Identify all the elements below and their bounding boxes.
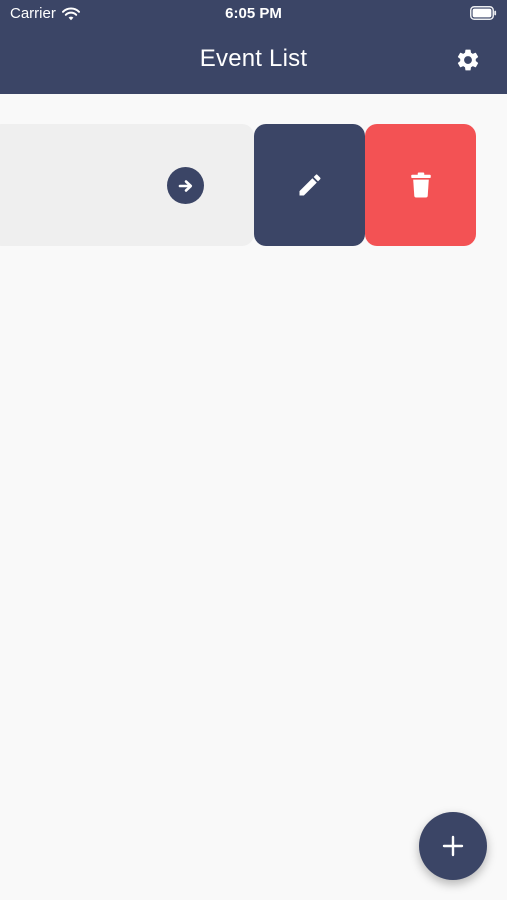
open-event-button[interactable] <box>167 167 204 204</box>
status-time: 6:05 PM <box>225 5 282 22</box>
add-event-button[interactable] <box>419 812 487 880</box>
arrow-right-icon <box>178 179 192 192</box>
app-bar: Event List <box>0 28 507 94</box>
pencil-icon <box>299 174 321 196</box>
event-list-item[interactable] <box>0 124 254 246</box>
trash-icon <box>410 172 431 198</box>
edit-event-button[interactable] <box>254 124 365 246</box>
settings-button[interactable] <box>453 45 483 75</box>
delete-event-button[interactable] <box>365 124 476 246</box>
page-title: Event List <box>199 45 308 72</box>
status-bar: Carrier 6:05 PM <box>0 0 507 28</box>
gear-icon <box>457 49 479 71</box>
plus-icon <box>442 835 464 857</box>
event-list-screen: Carrier 6:05 PM Event List <box>0 0 507 900</box>
header: Carrier 6:05 PM Event List <box>0 0 507 94</box>
battery-icon <box>470 6 497 20</box>
